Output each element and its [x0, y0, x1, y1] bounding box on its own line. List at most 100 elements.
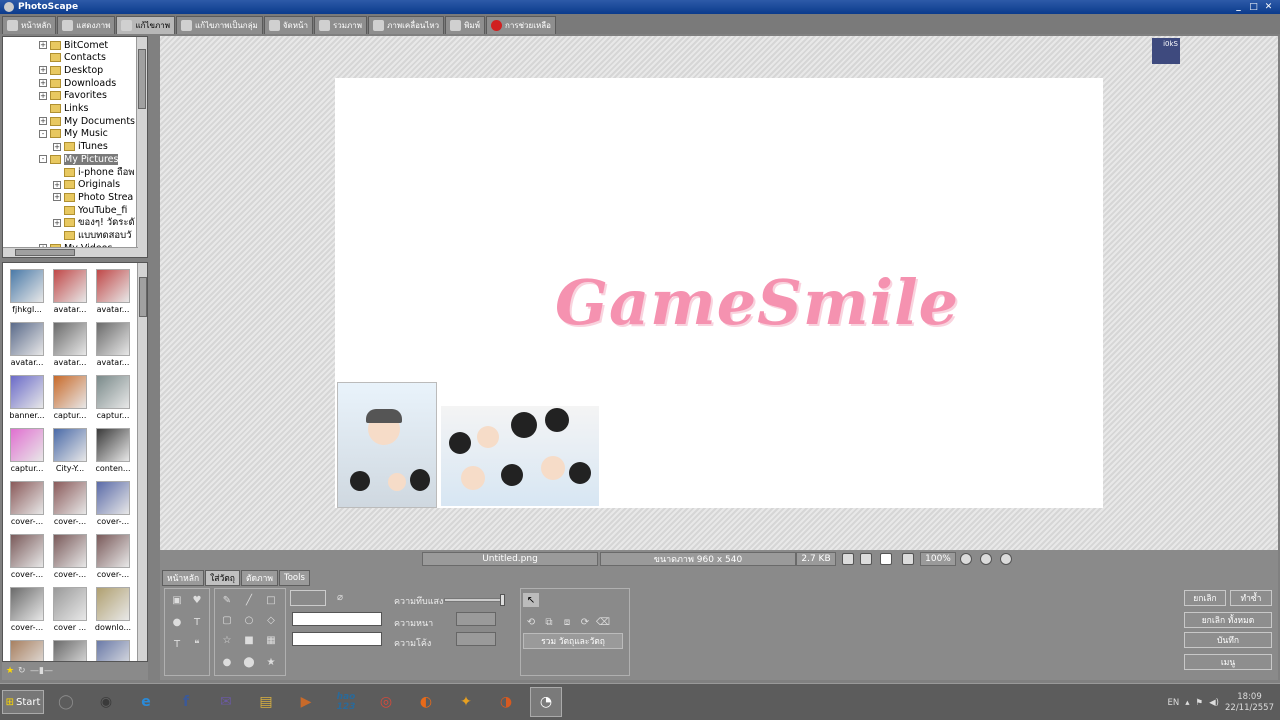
- expand-toggle-icon[interactable]: +: [53, 218, 61, 227]
- inserted-image-1[interactable]: [337, 382, 437, 508]
- main-tab-3[interactable]: แก้ไขภาพเป็นกลุ่ม: [175, 16, 263, 34]
- video-player-icon[interactable]: ▶: [290, 687, 322, 717]
- mail-icon[interactable]: ✉: [210, 687, 242, 717]
- photo-insert-icon[interactable]: ▣: [169, 593, 185, 607]
- thumbnail-item[interactable]: cover-...: [7, 532, 47, 584]
- thumbnail-item[interactable]: conten...: [93, 426, 133, 478]
- duplicate-icon[interactable]: ⟳: [577, 615, 593, 629]
- roundness-stepper[interactable]: [456, 632, 496, 646]
- folder-tree-item[interactable]: Contacts: [39, 52, 106, 64]
- thumbnail-item[interactable]: avatar...: [93, 267, 133, 319]
- flag-icon[interactable]: ⚑: [1196, 698, 1204, 708]
- thumbnail-item[interactable]: banner...: [7, 373, 47, 425]
- thumbnail-item[interactable]: [93, 638, 133, 661]
- folder-tree-item[interactable]: + Downloads: [39, 77, 116, 89]
- eyedropper-icon[interactable]: ⌀: [332, 590, 348, 604]
- fit-icon[interactable]: [860, 553, 872, 565]
- tray-arrow-icon[interactable]: ▴: [1185, 698, 1189, 708]
- filled-blob-icon[interactable]: ⬤: [241, 655, 257, 669]
- delete-object-icon[interactable]: ⌫: [595, 615, 611, 629]
- opacity-slider-knob[interactable]: [500, 594, 505, 606]
- inserted-image-2[interactable]: [441, 406, 599, 506]
- folder-tree-item[interactable]: + My Documents: [39, 115, 135, 127]
- photoscape-icon[interactable]: ◑: [490, 687, 522, 717]
- thumbnail-vertical-scrollbar[interactable]: [137, 263, 147, 661]
- rounded-rect-icon[interactable]: ▦: [263, 633, 279, 647]
- rotate-icon[interactable]: ↻: [18, 666, 27, 676]
- media-player-icon[interactable]: ◉: [90, 687, 122, 717]
- expand-toggle-icon[interactable]: +: [53, 193, 61, 202]
- quote-icon[interactable]: ❝: [189, 637, 205, 651]
- editor-tab-0[interactable]: หน้าหลัก: [162, 570, 205, 586]
- firefox-icon[interactable]: ◐: [410, 687, 442, 717]
- game-icon[interactable]: ✦: [450, 687, 482, 717]
- expand-toggle-icon[interactable]: +: [53, 180, 61, 189]
- folder-tree-vertical-scrollbar[interactable]: [136, 37, 147, 257]
- filled-circle-icon[interactable]: ●: [219, 655, 235, 669]
- thumbnail-item[interactable]: avatar...: [93, 320, 133, 372]
- photoscape-active-icon[interactable]: ◔: [530, 687, 562, 717]
- volume-icon[interactable]: ◀): [1209, 698, 1219, 708]
- thumbnail-grid[interactable]: fjhkgl... avatar... avatar... avatar... avat…: [2, 262, 148, 662]
- star-icon[interactable]: ★: [6, 666, 15, 676]
- square-icon[interactable]: □: [263, 593, 279, 607]
- folder-tree-item[interactable]: Links: [39, 103, 88, 115]
- thumbnail-item[interactable]: avatar...: [50, 320, 90, 372]
- folder-tree-item[interactable]: + Originals: [53, 179, 120, 191]
- minimize-button[interactable]: _: [1233, 2, 1244, 12]
- expand-toggle-icon[interactable]: +: [39, 79, 47, 88]
- folder-tree-item[interactable]: แบบทดสอบวั: [53, 230, 131, 242]
- zoom-icon[interactable]: [902, 553, 914, 565]
- info-icon[interactable]: [1000, 553, 1012, 565]
- start-button[interactable]: ⊞ Start: [2, 690, 44, 714]
- thumbnail-item[interactable]: [7, 638, 47, 661]
- hao123-icon[interactable]: hao 123: [330, 687, 362, 717]
- thumbnail-item[interactable]: captur...: [50, 373, 90, 425]
- heart-icon[interactable]: ♥: [189, 593, 205, 607]
- copy-object-icon[interactable]: ⧈: [559, 615, 575, 629]
- thumbnail-item[interactable]: fjhkgl...: [7, 267, 47, 319]
- expand-toggle-icon[interactable]: -: [39, 155, 47, 164]
- expand-toggle-icon[interactable]: +: [39, 117, 47, 126]
- thumbnail-item[interactable]: cover-...: [50, 479, 90, 531]
- expand-toggle-icon[interactable]: +: [53, 142, 61, 151]
- main-tab-8[interactable]: การช่วยเหลือ: [485, 16, 556, 34]
- zoom-actual-icon[interactable]: [880, 553, 892, 565]
- thumbnail-item[interactable]: cover-...: [93, 479, 133, 531]
- rectangle-icon[interactable]: ▢: [219, 613, 235, 627]
- folder-tree-item[interactable]: YouTube_fi: [53, 204, 127, 216]
- folder-tree-item[interactable]: + ของๆ! วัดระดั: [53, 217, 135, 229]
- color-swatch[interactable]: [290, 590, 326, 606]
- folder-tree-item[interactable]: + iTunes: [53, 141, 108, 153]
- thumbnail-item[interactable]: captur...: [7, 426, 47, 478]
- logo-text[interactable]: GameSmile: [555, 266, 959, 339]
- editor-tab-2[interactable]: ตัดภาพ: [240, 570, 278, 586]
- editor-tab-1[interactable]: ใส่วัตถุ: [205, 570, 240, 586]
- expand-toggle-icon[interactable]: +: [39, 91, 47, 100]
- folder-tree-horizontal-scrollbar[interactable]: [3, 247, 138, 257]
- opacity-slider[interactable]: [444, 594, 505, 606]
- redo-button[interactable]: ทำซ้ำ: [1230, 590, 1272, 606]
- folder-tree[interactable]: +My Videosแบบทดสอบวั+ของๆ! วัดระดัYouTub…: [2, 36, 148, 258]
- thumbnail-item[interactable]: cover ...: [50, 585, 90, 637]
- thumbnail-item[interactable]: cover-...: [93, 532, 133, 584]
- pen-icon[interactable]: ✎: [219, 593, 235, 607]
- scrollbar-thumb[interactable]: [139, 277, 147, 317]
- rotate-object-icon[interactable]: ⟲: [523, 615, 539, 629]
- thumbnail-item[interactable]: downlo...: [93, 585, 133, 637]
- show-desktop-icon[interactable]: ◯: [50, 687, 82, 717]
- star-shape-icon[interactable]: ☆: [219, 633, 235, 647]
- thumbnail-item[interactable]: avatar...: [50, 267, 90, 319]
- main-tab-6[interactable]: ภาพเคลื่อนไหว: [368, 16, 445, 34]
- line-icon[interactable]: ╱: [241, 593, 257, 607]
- select-arrow-icon[interactable]: ↖: [523, 593, 539, 607]
- color-select-2[interactable]: [292, 632, 382, 646]
- main-tab-4[interactable]: จัดหน้า: [263, 16, 313, 34]
- main-tab-1[interactable]: แสดงภาพ: [57, 16, 116, 34]
- internet-explorer-icon[interactable]: e: [130, 687, 162, 717]
- circle-icon[interactable]: ○: [241, 613, 257, 627]
- facebook-icon[interactable]: f: [170, 687, 202, 717]
- expand-toggle-icon[interactable]: +: [39, 66, 47, 75]
- checkerboard-icon[interactable]: [842, 553, 854, 565]
- folder-icon[interactable]: ▤: [250, 687, 282, 717]
